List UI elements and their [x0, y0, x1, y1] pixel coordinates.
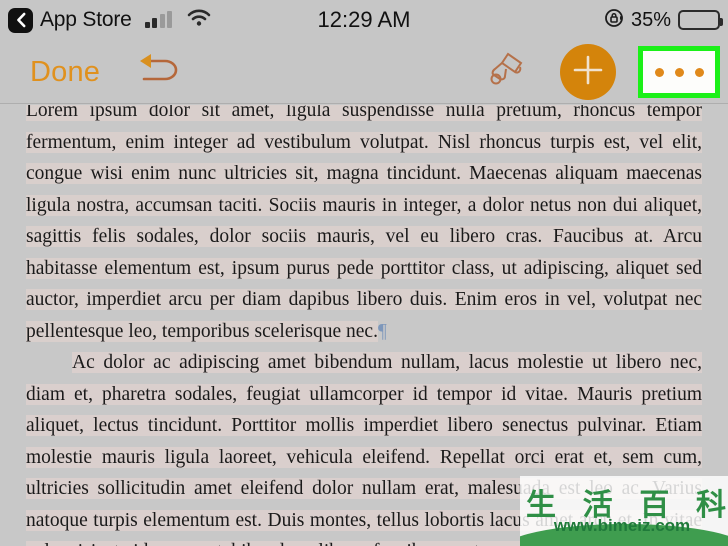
document-canvas[interactable]: Lorem ipsum dolor sit amet, ligula suspe… — [0, 105, 728, 546]
done-button[interactable]: Done — [30, 56, 100, 89]
document-text-body[interactable]: Lorem ipsum dolor sit amet, ligula suspe… — [0, 105, 728, 546]
more-horizontal-icon — [643, 51, 715, 93]
paint-brush-icon — [485, 50, 529, 95]
back-to-app-button[interactable] — [8, 7, 33, 33]
chevron-left-icon — [15, 12, 27, 28]
format-brush-button[interactable] — [478, 46, 536, 98]
battery-percent-label: 35% — [630, 8, 671, 31]
status-bar-left: App Store — [0, 7, 211, 33]
paragraph-2-text: Ac dolor ac adipiscing amet bibendum nul… — [26, 352, 702, 546]
pilcrow-mark: ¶ — [377, 320, 387, 342]
more-options-button[interactable] — [638, 46, 720, 98]
undo-button[interactable] — [132, 50, 188, 94]
insert-button[interactable] — [560, 44, 616, 100]
editor-toolbar: Done — [0, 40, 728, 104]
paragraph-2[interactable]: Ac dolor ac adipiscing amet bibendum nul… — [26, 347, 702, 546]
battery-icon — [678, 10, 723, 30]
wifi-icon — [187, 9, 211, 32]
rotation-lock-icon — [604, 8, 624, 33]
paragraph-1[interactable]: Lorem ipsum dolor sit amet, ligula suspe… — [26, 105, 702, 347]
plus-icon — [571, 53, 605, 92]
status-bar: App Store 12:29 AM 35% — [0, 0, 728, 40]
paragraph-1-text: Lorem ipsum dolor sit amet, ligula suspe… — [26, 105, 702, 342]
status-bar-app-name[interactable]: App Store — [40, 8, 132, 32]
undo-arrow-icon — [135, 51, 185, 94]
status-bar-right: 35% — [604, 0, 723, 40]
status-bar-clock: 12:29 AM — [317, 7, 411, 32]
cellular-signal-icon — [144, 11, 173, 28]
